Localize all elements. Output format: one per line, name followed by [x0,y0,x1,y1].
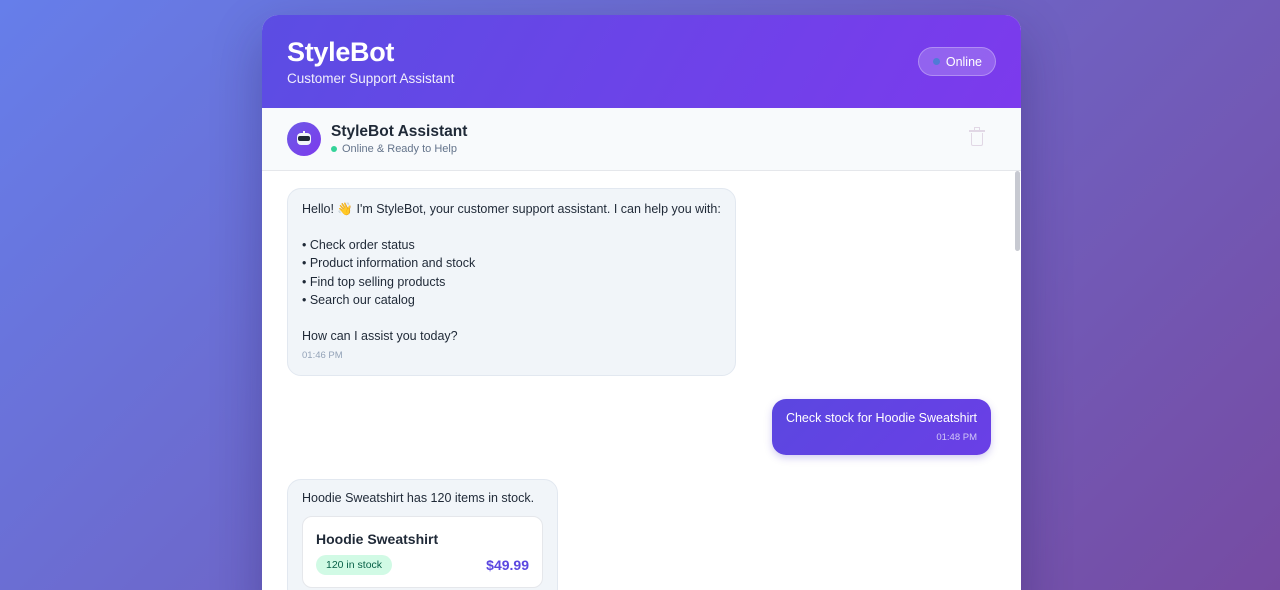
avatar [287,122,321,156]
message-timestamp: 01:46 PM [302,350,343,362]
bot-name: StyleBot Assistant [331,123,468,140]
user-message-text: Check stock for Hoodie Sweatshirt [785,411,977,426]
message-line: • Product information and stock [302,256,476,271]
robot-icon [295,131,313,147]
chat-messages: Hello! 👋 I'm StyleBot, your customer sup… [262,171,1021,590]
online-dot-icon [331,146,337,152]
message-line: Hello! 👋 I'm StyleBot, your customer sup… [302,202,721,216]
status-label: Online [945,54,982,69]
app-header: StyleBot Customer Support Assistant Onli… [262,15,1021,108]
message-line: How can I assist you today? [302,329,458,344]
online-status-badge: Online [917,47,996,76]
message-timestamp: 01:48 PM [936,432,977,444]
bot-status-label: Online & Ready to Help [342,143,457,155]
product-price: $49.99 [486,557,529,574]
bot-message-text: Hoodie Sweatshirt has 120 items in stock… [302,491,535,506]
user-message: Check stock for Hoodie Sweatshirt 01:48 … [771,399,991,456]
message-line: • Search our catalog [302,292,415,307]
bot-status: Online & Ready to Help [331,143,467,155]
bot-message-welcome: Hello! 👋 I'm StyleBot, your customer sup… [287,188,736,377]
product-name: Hoodie Sweatshirt [316,531,439,548]
message-line: • Check order status [302,238,415,253]
app-subtitle: Customer Support Assistant [287,71,455,86]
chat-window: StyleBot Customer Support Assistant Onli… [262,15,1021,590]
trash-icon[interactable] [968,127,986,147]
bot-info-bar: StyleBot Assistant Online & Ready to Hel… [262,108,1021,171]
app-title: StyleBot [287,37,395,67]
status-dot-icon [932,58,940,65]
message-line: • Find top selling products [302,274,446,289]
bot-message-stock: Hoodie Sweatshirt has 120 items in stock… [287,479,558,590]
product-card[interactable]: Hoodie Sweatshirt 120 in stock $49.99 [302,516,543,589]
stock-badge: 120 in stock [316,555,393,576]
